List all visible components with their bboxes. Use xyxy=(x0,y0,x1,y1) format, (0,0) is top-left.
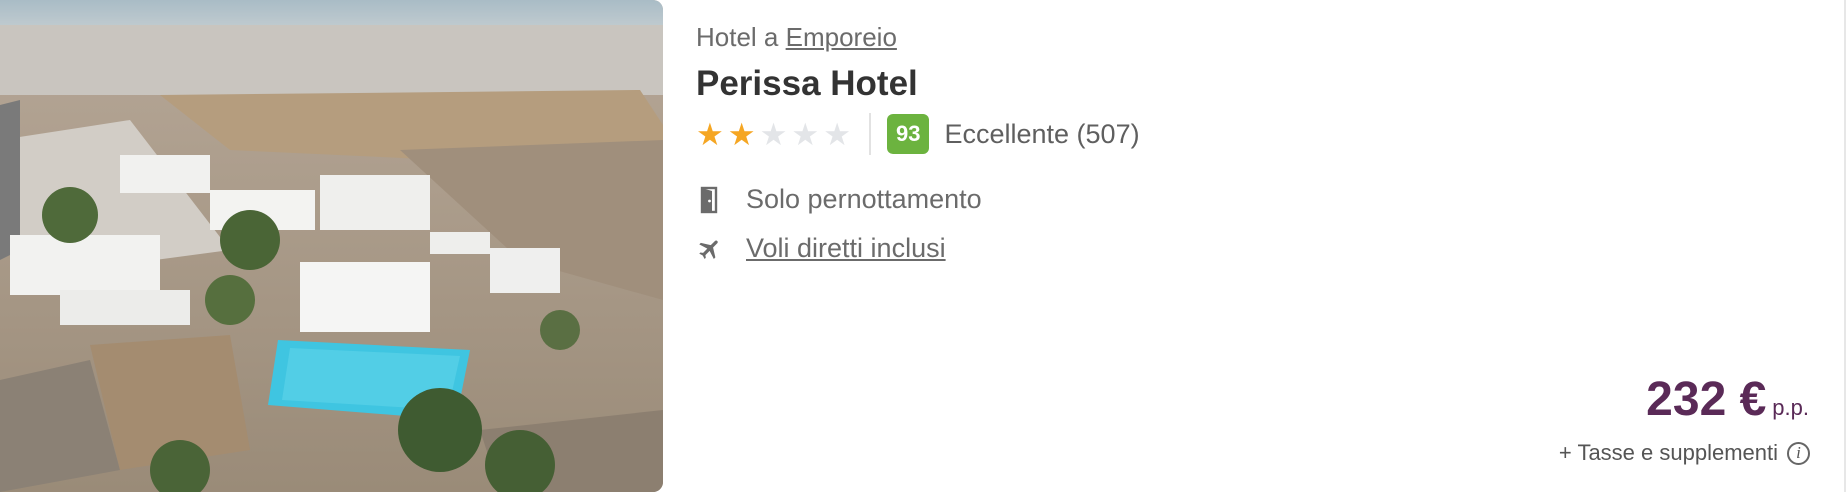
price: 232 € p.p. xyxy=(1646,372,1809,427)
taxes-label: + Tasse e supplementi xyxy=(1558,440,1778,465)
review-summary: Eccellente (507) xyxy=(944,118,1140,149)
location-link[interactable]: Emporeio xyxy=(786,22,897,52)
feature-board: Solo pernottamento xyxy=(696,184,982,215)
feature-board-label: Solo pernottamento xyxy=(746,184,982,214)
star-rating: ★ ★ ★ ★ ★ xyxy=(696,119,851,150)
price-amount: 232 € xyxy=(1646,373,1767,426)
door-icon xyxy=(696,186,724,214)
taxes-note[interactable]: + Tasse e supplementi i xyxy=(1559,440,1810,466)
feature-flights[interactable]: Voli diretti inclusi xyxy=(696,233,946,264)
star-empty-icon: ★ xyxy=(759,116,788,152)
divider xyxy=(868,113,871,155)
location-line: Hotel a Emporeio xyxy=(696,22,897,53)
star-filled-icon: ★ xyxy=(727,116,756,152)
rating-row: ★ ★ ★ ★ ★ 93 Eccellente (507) xyxy=(696,112,1140,156)
star-filled-icon: ★ xyxy=(696,116,724,152)
location-prefix: Hotel a xyxy=(696,22,779,52)
star-empty-icon: ★ xyxy=(823,116,851,152)
star-empty-icon: ★ xyxy=(791,116,820,152)
price-unit: p.p. xyxy=(1772,395,1809,420)
hotel-photo[interactable] xyxy=(0,0,663,492)
plane-icon xyxy=(696,236,724,262)
hotel-name[interactable]: Perissa Hotel xyxy=(696,64,918,104)
hotel-details: Hotel a Emporeio Perissa Hotel ★ ★ ★ ★ ★ 93 … xyxy=(696,0,1846,492)
score-badge: 93 xyxy=(886,114,930,154)
info-icon[interactable]: i xyxy=(1787,441,1810,465)
hotel-card[interactable]: Hotel a Emporeio Perissa Hotel ★ ★ ★ ★ ★ 93 … xyxy=(0,0,1846,492)
feature-flights-link[interactable]: Voli diretti inclusi xyxy=(746,233,946,264)
